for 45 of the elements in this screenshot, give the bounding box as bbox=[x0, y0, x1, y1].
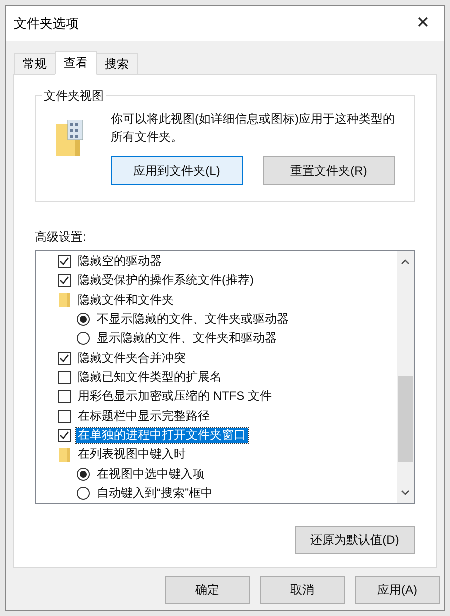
window-title: 文件夹选项 bbox=[14, 14, 79, 33]
radio-button[interactable] bbox=[77, 468, 90, 481]
group-label: 隐藏文件和文件夹 bbox=[77, 292, 175, 308]
radio-button[interactable] bbox=[77, 313, 90, 326]
option-label[interactable]: 自动键入到“搜索”框中 bbox=[95, 486, 215, 501]
group-title: 文件夹视图 bbox=[42, 87, 106, 105]
option-label[interactable]: 隐藏受保护的操作系统文件(推荐) bbox=[76, 273, 256, 288]
tab[interactable]: 查看 bbox=[55, 51, 97, 75]
close-button[interactable]: ✕ bbox=[408, 12, 438, 36]
option-label[interactable]: 不显示隐藏的文件、文件夹或驱动器 bbox=[95, 312, 291, 328]
dialog-button[interactable]: 应用(A) bbox=[355, 576, 440, 604]
folder-button[interactable]: 应用到文件夹(L) bbox=[111, 156, 243, 185]
dialog-button[interactable]: 确定 bbox=[165, 576, 250, 604]
radio-button[interactable] bbox=[77, 332, 90, 346]
checkbox[interactable] bbox=[58, 410, 71, 423]
folder-button[interactable]: 重置文件夹(R) bbox=[263, 156, 395, 185]
scroll-thumb[interactable] bbox=[398, 376, 413, 462]
option-label[interactable]: 在标题栏中显示完整路径 bbox=[76, 408, 212, 424]
restore-defaults-button[interactable]: 还原为默认值(D) bbox=[295, 526, 415, 554]
option-label[interactable]: 用彩色显示加密或压缩的 NTFS 文件 bbox=[76, 389, 274, 404]
scroll-down-icon[interactable] bbox=[401, 490, 410, 496]
option-label[interactable]: 显示隐藏的文件、文件夹和驱动器 bbox=[95, 331, 279, 346]
checkbox[interactable] bbox=[58, 274, 71, 288]
option-label[interactable]: 隐藏已知文件类型的扩展名 bbox=[76, 370, 224, 386]
folder-view-icon bbox=[56, 120, 84, 156]
option-label[interactable]: 在单独的进程中打开文件夹窗口 bbox=[76, 428, 248, 443]
dialog-button[interactable]: 取消 bbox=[260, 576, 345, 604]
checkbox[interactable] bbox=[58, 390, 71, 404]
option-label[interactable]: 隐藏空的驱动器 bbox=[76, 254, 164, 270]
option-label[interactable]: 隐藏文件夹合并冲突 bbox=[76, 350, 188, 366]
checkbox[interactable] bbox=[58, 371, 71, 384]
section-label: 高级设置: bbox=[35, 229, 88, 246]
checkbox[interactable] bbox=[58, 255, 71, 268]
scrollbar[interactable] bbox=[397, 251, 414, 503]
description-text: 你可以将此视图(如详细信息或图标)应用于这种类型的所有文件夹。 bbox=[111, 111, 396, 146]
group-label: 在列表视图中键入时 bbox=[77, 447, 187, 462]
radio-button[interactable] bbox=[77, 486, 90, 500]
option-label[interactable]: 在视图中选中键入项 bbox=[95, 466, 207, 482]
tab[interactable]: 搜索 bbox=[96, 53, 138, 75]
folder-icon bbox=[59, 293, 70, 308]
scroll-up-icon[interactable] bbox=[401, 259, 410, 265]
checkbox[interactable] bbox=[58, 428, 71, 442]
folder-icon bbox=[59, 448, 70, 462]
tab[interactable]: 常规 bbox=[14, 53, 56, 75]
checkbox[interactable] bbox=[58, 352, 71, 365]
